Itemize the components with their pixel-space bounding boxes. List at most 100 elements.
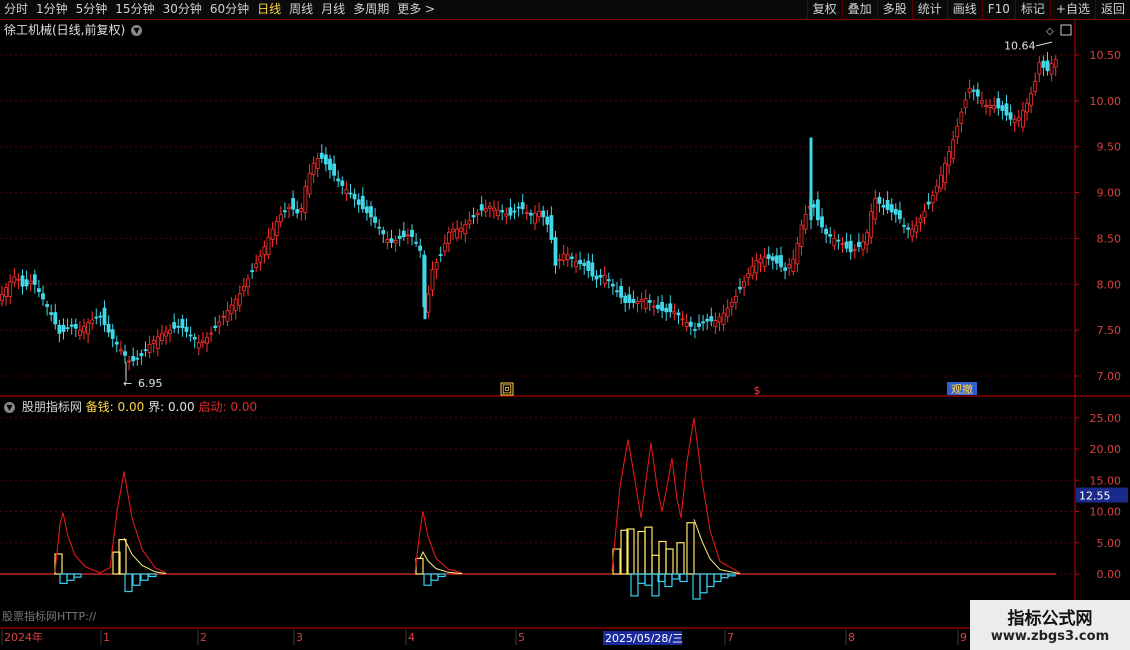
candle-body — [37, 288, 41, 292]
candle-body — [381, 230, 386, 235]
indicator-bar-jie — [671, 573, 680, 580]
indicator-bar-jie — [59, 573, 68, 584]
candle-body — [746, 273, 751, 278]
indicator-curve-qidong — [54, 471, 167, 574]
candle-body — [176, 325, 181, 328]
candle-body — [311, 162, 316, 175]
candle-body — [947, 151, 951, 166]
candle-body — [340, 180, 345, 186]
candle-body — [594, 275, 599, 280]
candle-body — [270, 228, 275, 240]
candle-body — [303, 186, 308, 213]
indicator-bar-jie — [664, 573, 673, 588]
candle-body — [688, 321, 693, 327]
y-tick-label: 7.50 — [1097, 324, 1122, 337]
indicator-bar-beiqian — [637, 530, 646, 575]
candle-body — [401, 230, 406, 238]
x-tick-label: 5 — [518, 631, 525, 644]
candle-body — [418, 245, 423, 251]
candle-body — [832, 238, 837, 246]
x-tick-label: 3 — [296, 631, 303, 644]
candle-body — [840, 243, 845, 245]
candle-body — [725, 307, 730, 317]
indicator-bar-jie — [679, 573, 688, 583]
x-tick-label: 7 — [727, 631, 734, 644]
candle-body — [1021, 110, 1025, 128]
chart-canvas[interactable]: 7.007.508.008.509.009.5010.0010.5010.646… — [0, 0, 1130, 650]
candle-body — [1008, 112, 1013, 120]
indicator-bar-beiqian — [644, 526, 653, 575]
y-tick-label: 9.50 — [1097, 141, 1122, 154]
candle-body — [988, 105, 992, 108]
candle-body — [779, 255, 783, 268]
candle-body — [504, 213, 509, 217]
candle-body — [434, 262, 439, 270]
candle-body — [237, 293, 242, 306]
candle-body — [672, 311, 677, 315]
candle-body — [94, 316, 99, 319]
candle-body — [865, 232, 869, 245]
candle-body — [315, 158, 320, 169]
signal-marker: 观撤 — [951, 382, 973, 396]
candle-body — [787, 264, 792, 269]
candle-body — [364, 206, 369, 214]
candle-body — [852, 249, 857, 251]
candle-body — [565, 254, 570, 261]
candle-body — [1045, 60, 1050, 72]
candle-body — [914, 224, 919, 233]
candle-body — [159, 333, 164, 341]
indicator-bar-jie — [699, 573, 708, 594]
candle-body — [996, 98, 1001, 109]
indicator-bar-beiqian — [676, 542, 685, 575]
candle-body — [898, 210, 902, 220]
candle-body — [483, 207, 488, 212]
candle-body — [857, 241, 861, 247]
candle-body — [102, 307, 107, 326]
candle-body — [323, 154, 328, 165]
candle-body — [143, 349, 148, 352]
candle-body — [721, 312, 726, 325]
indicator-bar-jie — [124, 573, 133, 593]
candle-body — [430, 269, 435, 291]
candle-body — [520, 202, 525, 210]
candle-body — [65, 327, 70, 330]
candle-body — [803, 213, 808, 230]
candle-body — [758, 258, 763, 264]
candle-body — [742, 280, 746, 288]
candle-body — [881, 204, 886, 208]
low-marker-arrow: ← — [123, 377, 132, 390]
candle-body — [229, 304, 234, 315]
candle-body — [106, 323, 111, 333]
candle-body — [508, 207, 513, 216]
candle-body — [533, 212, 537, 224]
candle-body — [635, 301, 640, 304]
indicator-bar-jie — [720, 573, 729, 579]
x-tick-label: 4 — [408, 631, 415, 644]
candle-body — [738, 286, 742, 290]
candle-body — [668, 303, 673, 313]
candle-body — [28, 280, 33, 285]
candle-body — [282, 210, 287, 213]
candle-body — [426, 293, 431, 313]
candle-body — [479, 204, 484, 211]
candle-body — [713, 320, 718, 328]
y-tick-label: 10.00 — [1090, 95, 1122, 108]
candle-body — [258, 255, 263, 263]
candle-body — [1033, 81, 1038, 93]
candle-body — [615, 290, 619, 293]
candle-body — [717, 316, 722, 323]
candle-body — [369, 206, 373, 218]
candle-body — [664, 307, 669, 313]
candle-body — [213, 325, 218, 328]
indicator-bar-jie — [727, 573, 736, 577]
y-tick-label: 8.00 — [1097, 278, 1122, 291]
candle-body — [90, 319, 95, 324]
window-toggle-icon[interactable] — [1060, 24, 1072, 36]
candle-body — [943, 162, 947, 183]
candle-body — [537, 210, 541, 218]
candle-body — [971, 89, 976, 92]
indicator-bar-beiqian — [665, 548, 674, 575]
candle-body — [611, 283, 615, 287]
candle-body — [795, 243, 800, 265]
candle-body — [319, 152, 324, 159]
